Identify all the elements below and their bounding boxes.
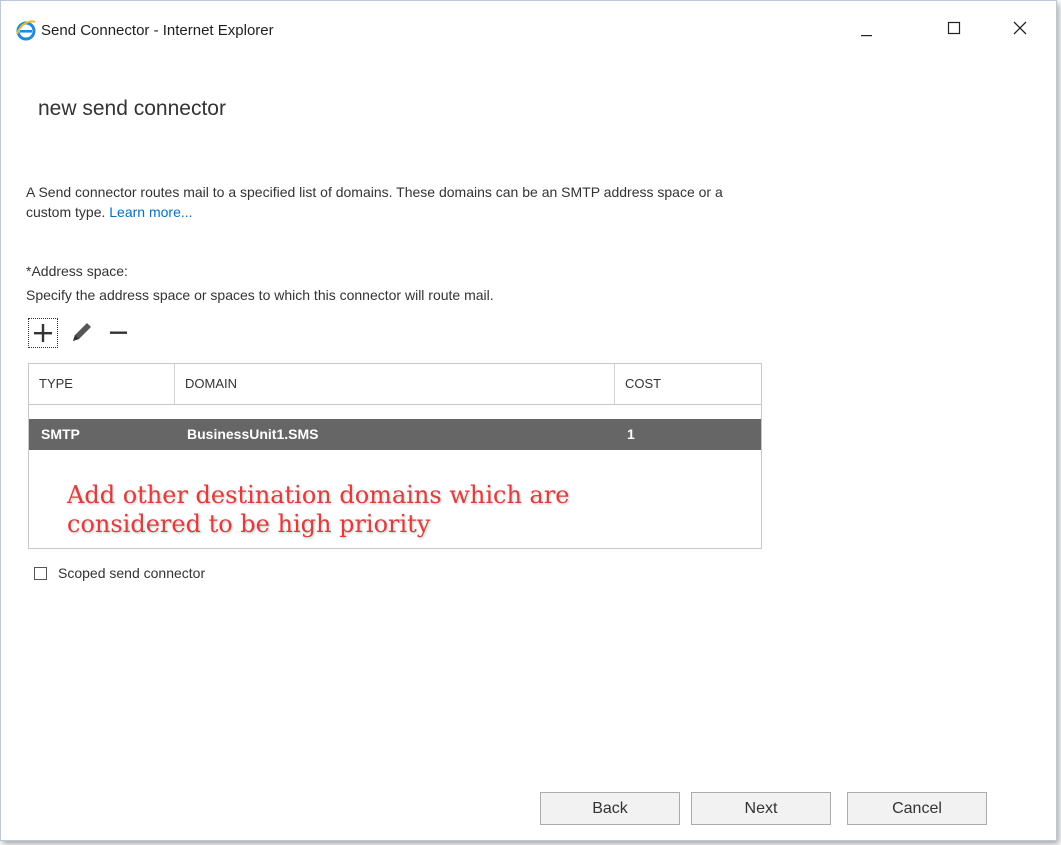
cell-type: SMTP xyxy=(41,426,80,442)
page-title: new send connector xyxy=(38,97,226,120)
minus-icon[interactable] xyxy=(105,318,135,348)
cancel-button[interactable]: Cancel xyxy=(847,792,987,825)
table-row[interactable]: SMTP BusinessUnit1.SMS 1 xyxy=(29,419,761,450)
address-space-help: Specify the address space or spaces to w… xyxy=(26,287,494,303)
close-icon[interactable] xyxy=(997,13,1043,47)
scoped-connector-checkbox[interactable] xyxy=(34,567,47,580)
minimize-icon[interactable] xyxy=(843,13,889,47)
maximize-icon[interactable] xyxy=(931,13,977,47)
plus-icon[interactable] xyxy=(28,318,58,348)
scoped-connector-label: Scoped send connector xyxy=(58,565,206,581)
column-header-type[interactable]: TYPE xyxy=(29,364,175,404)
next-button[interactable]: Next xyxy=(691,792,831,825)
column-header-cost[interactable]: COST xyxy=(615,364,761,404)
annotation-text: Add other destination domains which are … xyxy=(67,481,570,538)
cell-domain: BusinessUnit1.SMS xyxy=(187,426,319,442)
address-space-label: *Address space: xyxy=(26,263,128,279)
learn-more-link[interactable]: Learn more... xyxy=(109,204,192,220)
back-button[interactable]: Back xyxy=(540,792,680,825)
column-header-domain[interactable]: DOMAIN xyxy=(175,364,615,404)
page-description: A Send connector routes mail to a specif… xyxy=(26,182,766,222)
address-space-table: TYPE DOMAIN COST SMTP BusinessUnit1.SMS … xyxy=(28,363,762,549)
window-title: Send Connector - Internet Explorer xyxy=(41,22,274,39)
dialog-window: Send Connector - Internet Explorer new s… xyxy=(0,0,1057,841)
title-bar: Send Connector - Internet Explorer xyxy=(1,1,1056,57)
internet-explorer-icon xyxy=(15,19,37,41)
pencil-icon[interactable] xyxy=(67,318,97,348)
table-header: TYPE DOMAIN COST xyxy=(29,364,761,405)
cell-cost: 1 xyxy=(627,426,635,442)
